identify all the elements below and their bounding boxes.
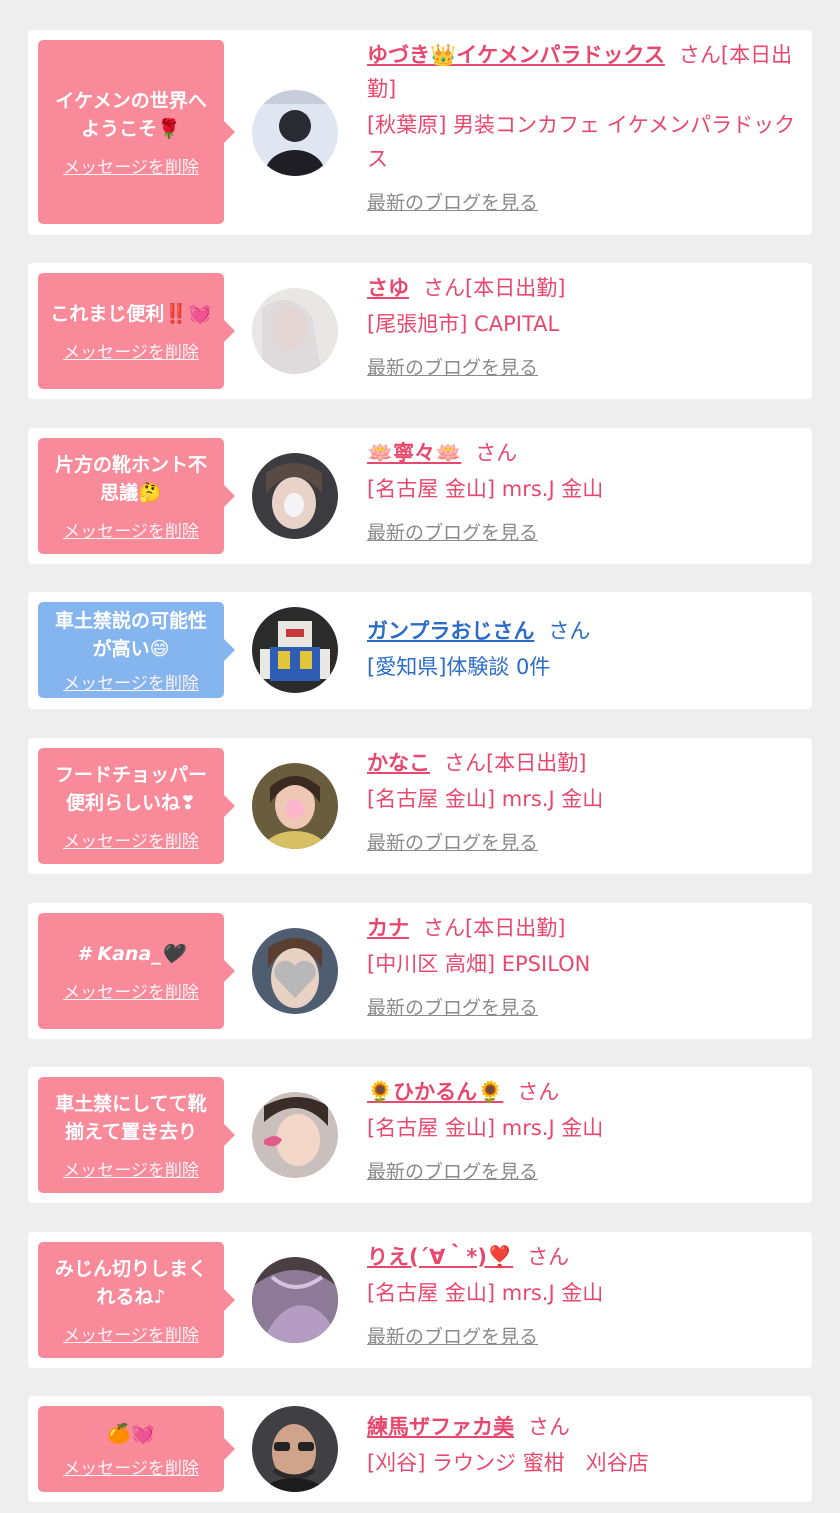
delete-message-link[interactable]: メッセージを削除 <box>63 1321 199 1346</box>
message-bubble: 🍊💓 メッセージを削除 <box>38 1406 235 1492</box>
avatar[interactable] <box>252 763 338 849</box>
user-name-link[interactable]: さゆ <box>367 276 409 300</box>
status-label: さん <box>528 1415 570 1439</box>
name-line: かなこ さん[本日出勤] <box>367 746 798 780</box>
list-item: 車土禁説の可能性が高い😄 メッセージを削除 ガンプラおじさん さん [愛知県]体験… <box>28 592 812 709</box>
avatar[interactable] <box>252 288 338 374</box>
shop-label: [名古屋 金山] mrs.J 金山 <box>367 477 604 501</box>
message-bubble: 片方の靴ホント不思議🤔 メッセージを削除 <box>38 438 235 554</box>
delete-message-link[interactable]: メッセージを削除 <box>63 153 199 178</box>
message-text: イケメンの世界へようこそ🌹 <box>55 89 207 140</box>
shop-label: [尾張旭市] CAPITAL <box>367 312 560 336</box>
latest-blog-link[interactable]: 最新のブログを見る <box>367 1322 538 1349</box>
list-item: イケメンの世界へようこそ🌹 メッセージを削除 ゆづき👑イケメンパラドックス さん[… <box>28 30 812 235</box>
list-item: 片方の靴ホント不思議🤔 メッセージを削除 🪷寧々🪷 さん [名古屋 金山] mrs… <box>28 428 812 564</box>
shop-label: [名古屋 金山] mrs.J 金山 <box>367 787 604 811</box>
avatar[interactable] <box>252 607 338 693</box>
message-bubble: これまじ便利‼️💓 メッセージを削除 <box>38 273 235 389</box>
message-text: # Kana_🖤 <box>77 942 185 965</box>
delete-message-link[interactable]: メッセージを削除 <box>63 1156 199 1181</box>
entry-info: カナ さん[本日出勤] [中川区 高畑] EPSILON 最新のブログを見る <box>367 911 798 1020</box>
list-item: これまじ便利‼️💓 メッセージを削除 さゆ さん[本日出勤] [尾張旭市] CAP… <box>28 263 812 399</box>
avatar[interactable] <box>252 1406 338 1492</box>
delete-message-link[interactable]: メッセージを削除 <box>63 517 199 542</box>
delete-message-link[interactable]: メッセージを削除 <box>63 338 199 363</box>
status-label: さん <box>475 441 518 465</box>
status-label: さん <box>527 1245 570 1269</box>
latest-blog-link[interactable]: 最新のブログを見る <box>367 518 538 545</box>
shop-label: [秋葉原] 男装コンカフェ イケメンパラドックス <box>367 113 796 171</box>
message-text: これまじ便利‼️💓 <box>50 302 212 325</box>
status-label: さん[本日出勤] <box>423 916 566 940</box>
latest-blog-link[interactable]: 最新のブログを見る <box>367 353 538 380</box>
entry-info: ガンプラおじさん さん [愛知県]体験談 0件 <box>367 614 798 684</box>
latest-blog-link[interactable]: 最新のブログを見る <box>367 1157 538 1184</box>
status-label: さん <box>548 619 591 643</box>
message-bubble: フードチョッパー便利らしいね❣ メッセージを削除 <box>38 748 235 864</box>
user-name-link[interactable]: りえ(´∀｀*)❣️ <box>367 1245 513 1269</box>
name-line: さゆ さん[本日出勤] <box>367 271 798 305</box>
avatar[interactable] <box>252 90 338 176</box>
name-line: 練馬ザファカ美 さん <box>367 1410 798 1444</box>
entry-info: 🌻ひかるん🌻 さん [名古屋 金山] mrs.J 金山 最新のブログを見る <box>367 1075 798 1184</box>
message-text: みじん切りしまくれるね♪ <box>54 1257 207 1308</box>
entry-info: かなこ さん[本日出勤] [名古屋 金山] mrs.J 金山 最新のブログを見る <box>367 746 798 855</box>
entry-info: さゆ さん[本日出勤] [尾張旭市] CAPITAL 最新のブログを見る <box>367 271 798 380</box>
entry-info: ゆづき👑イケメンパラドックス さん[本日出勤] [秋葉原] 男装コンカフェ イケメ… <box>367 38 798 215</box>
entry-info: 練馬ザファカ美 さん [刈谷] ラウンジ 蜜柑 刈谷店 <box>367 1410 798 1480</box>
message-text: 🍊💓 <box>107 1422 155 1445</box>
list-item: フードチョッパー便利らしいね❣ メッセージを削除 かなこ さん[本日出勤] [名古… <box>28 738 812 874</box>
user-name-link[interactable]: かなこ <box>367 751 430 775</box>
message-text: 片方の靴ホント不思議🤔 <box>54 453 207 504</box>
user-name-link[interactable]: カナ <box>367 916 409 940</box>
message-bubble: みじん切りしまくれるね♪ メッセージを削除 <box>38 1242 235 1358</box>
avatar[interactable] <box>252 453 338 539</box>
list-item: みじん切りしまくれるね♪ メッセージを削除 りえ(´∀｀*)❣️ さん [名古屋 … <box>28 1232 812 1368</box>
name-line: ガンプラおじさん さん <box>367 614 798 648</box>
shop-label: [刈谷] ラウンジ 蜜柑 刈谷店 <box>367 1451 649 1475</box>
entry-info: りえ(´∀｀*)❣️ さん [名古屋 金山] mrs.J 金山 最新のブログを見る <box>367 1240 798 1349</box>
shop-label: [愛知県]体験談 0件 <box>367 655 551 679</box>
status-label: さん[本日出勤] <box>444 751 587 775</box>
name-line: ゆづき👑イケメンパラドックス さん[本日出勤] <box>367 38 798 106</box>
entry-info: 🪷寧々🪷 さん [名古屋 金山] mrs.J 金山 最新のブログを見る <box>367 436 798 545</box>
latest-blog-link[interactable]: 最新のブログを見る <box>367 828 538 855</box>
user-name-link[interactable]: 🪷寧々🪷 <box>367 441 461 465</box>
message-bubble: 車土禁説の可能性が高い😄 メッセージを削除 <box>38 602 235 698</box>
name-line: りえ(´∀｀*)❣️ さん <box>367 1240 798 1274</box>
user-name-link[interactable]: ガンプラおじさん <box>367 619 534 643</box>
avatar[interactable] <box>252 1092 338 1178</box>
name-line: カナ さん[本日出勤] <box>367 911 798 945</box>
name-line: 🌻ひかるん🌻 さん <box>367 1075 798 1109</box>
message-text: 車土禁にしてて靴揃えて置き去り <box>55 1092 207 1143</box>
user-name-link[interactable]: 🌻ひかるん🌻 <box>367 1080 503 1104</box>
name-line: 🪷寧々🪷 さん <box>367 436 798 470</box>
delete-message-link[interactable]: メッセージを削除 <box>63 978 199 1003</box>
list-item: 車土禁にしてて靴揃えて置き去り メッセージを削除 🌻ひかるん🌻 さん [名古屋 金… <box>28 1067 812 1203</box>
user-name-link[interactable]: 練馬ザファカ美 <box>367 1415 514 1439</box>
message-text: フードチョッパー便利らしいね❣ <box>54 763 207 814</box>
delete-message-link[interactable]: メッセージを削除 <box>63 1454 199 1479</box>
list-item: # Kana_🖤 メッセージを削除 カナ さん[本日出勤] [中川区 高畑] EP… <box>28 903 812 1039</box>
status-label: さん <box>517 1080 560 1104</box>
message-bubble: イケメンの世界へようこそ🌹 メッセージを削除 <box>38 40 235 224</box>
avatar[interactable] <box>252 1257 338 1343</box>
latest-blog-link[interactable]: 最新のブログを見る <box>367 188 538 215</box>
delete-message-link[interactable]: メッセージを削除 <box>63 827 199 852</box>
message-bubble: # Kana_🖤 メッセージを削除 <box>38 913 235 1029</box>
shop-label: [名古屋 金山] mrs.J 金山 <box>367 1281 604 1305</box>
message-text: 車土禁説の可能性が高い😄 <box>54 609 207 660</box>
shop-label: [名古屋 金山] mrs.J 金山 <box>367 1116 604 1140</box>
avatar[interactable] <box>252 928 338 1014</box>
latest-blog-link[interactable]: 最新のブログを見る <box>367 993 538 1020</box>
list-item: 🍊💓 メッセージを削除 練馬ザファカ美 さん [刈谷] ラウンジ 蜜柑 刈谷店 <box>28 1396 812 1502</box>
user-name-link[interactable]: ゆづき👑イケメンパラドックス <box>367 43 665 67</box>
delete-message-link[interactable]: メッセージを削除 <box>63 669 199 694</box>
message-bubble: 車土禁にしてて靴揃えて置き去り メッセージを削除 <box>38 1077 235 1193</box>
shop-label: [中川区 高畑] EPSILON <box>367 952 591 976</box>
status-label: さん[本日出勤] <box>423 276 566 300</box>
